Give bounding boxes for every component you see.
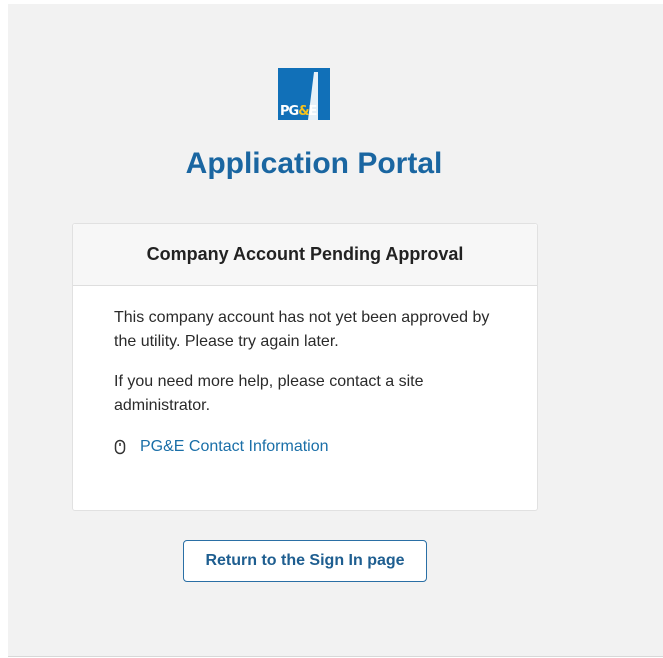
logo-text-amp: & — [298, 104, 309, 119]
pge-logo: PG&E — [278, 68, 330, 120]
contact-link-label[interactable]: PG&E Contact Information — [140, 438, 329, 456]
card-body: This company account has not yet been ap… — [73, 286, 537, 456]
page-title: Application Portal — [185, 147, 443, 180]
help-message: If you need more help, please contact a … — [114, 373, 424, 414]
pending-approval-card: Company Account Pending Approval This co… — [72, 223, 538, 511]
page-background: PG&E Application Portal Company Account … — [8, 4, 663, 657]
return-to-sign-in-button[interactable]: Return to the Sign In page — [183, 540, 427, 582]
logo-text-pg: PG — [280, 104, 299, 119]
logo-text-e: E — [308, 104, 318, 119]
card-title: Company Account Pending Approval — [73, 224, 537, 286]
contact-info-link[interactable]: PG&E Contact Information — [114, 438, 497, 456]
logo-text: PG&E — [280, 104, 318, 119]
pending-message: This company account has not yet been ap… — [114, 309, 490, 350]
mouse-icon — [114, 439, 126, 455]
